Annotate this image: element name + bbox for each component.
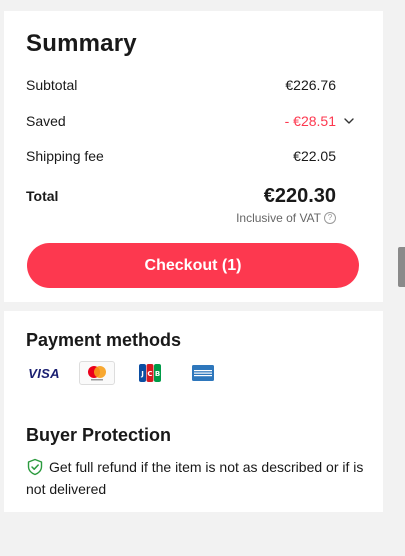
- shipping-row: Shipping fee €22.05: [26, 146, 336, 166]
- visa-icon: VISA: [28, 365, 60, 381]
- svg-text:C: C: [147, 370, 152, 378]
- total-value: €220.30: [263, 184, 336, 207]
- side-panel-tab[interactable]: [398, 247, 405, 287]
- saved-value: - €28.51: [284, 113, 336, 129]
- chevron-down-icon[interactable]: [342, 114, 356, 128]
- total-row: Total €220.30: [26, 183, 336, 209]
- summary-title: Summary: [26, 30, 137, 57]
- saved-label: Saved: [26, 113, 66, 129]
- jcb-icon: J C B: [132, 361, 168, 385]
- checkout-button[interactable]: Checkout (1): [27, 243, 359, 288]
- shield-check-icon: [26, 458, 44, 476]
- total-label: Total: [26, 188, 59, 204]
- subtotal-row: Subtotal €226.76: [26, 75, 336, 95]
- summary-card: Summary Subtotal €226.76 Saved - €28.51 …: [4, 11, 383, 302]
- mastercard-icon: [79, 361, 115, 385]
- shipping-label: Shipping fee: [26, 148, 104, 164]
- amex-icon: [185, 361, 221, 385]
- payment-card: Payment methods VISA J C B Buyer Protect…: [4, 311, 383, 512]
- buyer-protection-description: Get full refund if the item is not as de…: [26, 459, 364, 497]
- subtotal-value: €226.76: [285, 77, 336, 93]
- vat-note-text: Inclusive of VAT: [236, 211, 321, 225]
- vat-note: Inclusive of VAT ?: [236, 211, 336, 225]
- shipping-value: €22.05: [293, 148, 336, 164]
- info-icon[interactable]: ?: [324, 212, 336, 224]
- saved-row[interactable]: Saved - €28.51: [26, 111, 356, 131]
- buyer-protection-title: Buyer Protection: [26, 425, 172, 445]
- buyer-protection-text: Get full refund if the item is not as de…: [26, 456, 366, 500]
- svg-text:J: J: [140, 370, 144, 378]
- subtotal-label: Subtotal: [26, 77, 78, 93]
- payment-methods-title: Payment methods: [26, 330, 182, 350]
- svg-text:B: B: [155, 370, 160, 378]
- payment-logos: VISA J C B: [26, 361, 238, 385]
- saved-value-group[interactable]: - €28.51: [285, 113, 356, 129]
